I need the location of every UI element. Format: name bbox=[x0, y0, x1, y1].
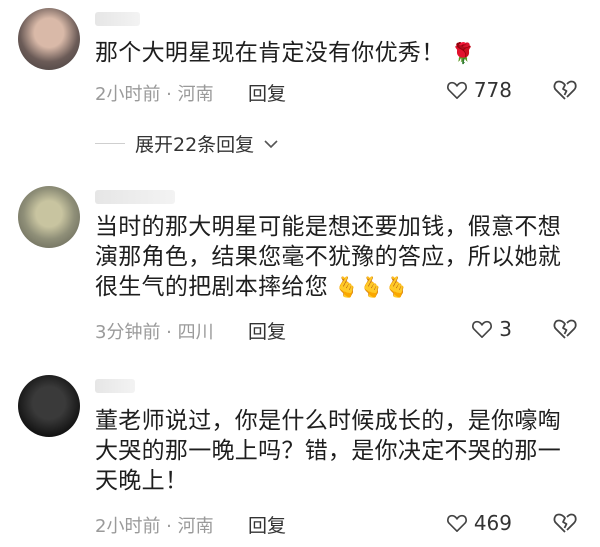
comment-text-line: 演那角色，结果您毫不犹豫的答应，所以她就 bbox=[95, 244, 561, 270]
heart-outline-icon bbox=[472, 320, 493, 338]
like-count: 778 bbox=[473, 78, 512, 102]
avatar[interactable] bbox=[18, 186, 80, 248]
avatar[interactable] bbox=[18, 8, 80, 70]
comment-text: 董老师说过，你是什么时候成长的，是你嚎啕 大哭的那一晚上吗？错，是你决定不哭的那… bbox=[95, 406, 590, 496]
divider-line bbox=[95, 143, 125, 144]
comment-text-line-part: 很生气的把剧本摔给您 bbox=[95, 274, 328, 300]
comment-text-line: 那个大明星现在肯定没有你优秀！ bbox=[95, 40, 445, 66]
like-count: 469 bbox=[473, 511, 512, 535]
comment-text-line: 大哭的那一晚上吗？错，是你决定不哭的那一 bbox=[95, 438, 561, 464]
comment-text-line: 天晚上！ bbox=[95, 468, 189, 494]
expand-replies-label: 展开22条回复 bbox=[135, 134, 255, 156]
comment-meta: 2小时前 · 河南 bbox=[95, 84, 214, 105]
comment-text-line: 很生气的把剧本摔给您 🫰🫰🫰 bbox=[95, 272, 590, 302]
comment-text-line: 当时的那大明星可能是想还要加钱，假意不想 bbox=[95, 214, 561, 240]
broken-heart-icon[interactable] bbox=[552, 78, 578, 102]
like-button[interactable]: 3 bbox=[471, 317, 512, 341]
username-blurred[interactable] bbox=[95, 379, 135, 393]
username-blurred[interactable] bbox=[95, 190, 175, 204]
comment-meta: 2小时前 · 河南 bbox=[95, 516, 214, 537]
heart-outline-icon bbox=[446, 514, 467, 532]
comment-list: 那个大明星现在肯定没有你优秀！ 🌹 2小时前 · 河南 回复 778 展开22条回… bbox=[0, 0, 600, 547]
comment-text: 当时的那大明星可能是想还要加钱，假意不想 演那角色，结果您毫不犹豫的答应，所以她… bbox=[95, 212, 590, 302]
comment-meta: 3分钟前 · 四川 bbox=[95, 322, 214, 343]
like-button[interactable]: 469 bbox=[446, 511, 512, 535]
heart-outline-icon bbox=[446, 81, 467, 99]
comment-text-line: 董老师说过，你是什么时候成长的，是你嚎啕 bbox=[95, 408, 561, 434]
avatar[interactable] bbox=[18, 375, 80, 437]
like-button[interactable]: 778 bbox=[446, 78, 512, 102]
reply-button[interactable]: 回复 bbox=[248, 511, 286, 538]
comment-text: 那个大明星现在肯定没有你优秀！ 🌹 bbox=[95, 38, 590, 68]
broken-heart-icon[interactable] bbox=[552, 317, 578, 341]
chevron-down-icon bbox=[264, 139, 278, 148]
like-count: 3 bbox=[499, 317, 512, 341]
reply-button[interactable]: 回复 bbox=[248, 79, 286, 106]
broken-heart-icon[interactable] bbox=[552, 511, 578, 535]
username-blurred[interactable] bbox=[95, 12, 140, 26]
expand-replies-button[interactable]: 展开22条回复 bbox=[95, 130, 278, 157]
reply-button[interactable]: 回复 bbox=[248, 317, 286, 344]
finger-heart-emoji: 🫰🫰🫰 bbox=[334, 275, 410, 299]
rose-emoji: 🌹 bbox=[450, 41, 476, 65]
